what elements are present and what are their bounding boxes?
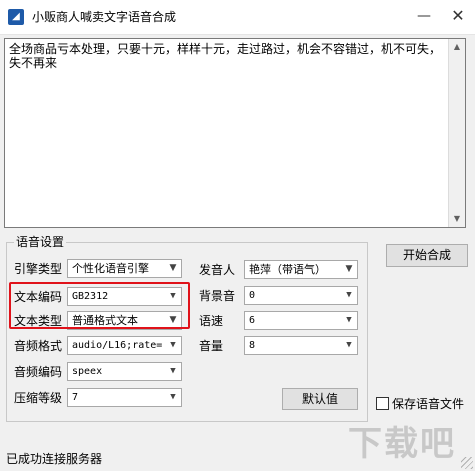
status-text: 已成功连接服务器 (6, 452, 103, 466)
speaker-value: 艳萍（带语气） (249, 263, 326, 276)
audio-format-value: audio/L16;rate= (72, 340, 163, 351)
title-bar: ◢ 小贩商人喊卖文字语音合成 — ✕ (0, 0, 475, 35)
audio-encoding-value: speex (72, 366, 103, 377)
window-title: 小贩商人喊卖文字语音合成 (32, 10, 177, 24)
chevron-down-icon[interactable]: ▼ (165, 260, 181, 277)
minimize-button[interactable]: — (407, 0, 441, 32)
background-sound-label: 背景音 (199, 289, 236, 303)
chevron-down-icon[interactable]: ▼ (165, 389, 181, 406)
scroll-down-icon[interactable]: ▼ (449, 211, 465, 227)
engine-type-label: 引擎类型 (14, 262, 63, 276)
compression-level-label: 压缩等级 (14, 391, 63, 405)
volume-value: 8 (249, 340, 256, 351)
chevron-down-icon[interactable]: ▼ (165, 337, 181, 354)
audio-format-label: 音频格式 (14, 339, 63, 353)
watermark-logo: 下载吧 (348, 424, 456, 464)
audio-encoding-label: 音频编码 (14, 365, 63, 379)
audio-encoding-select[interactable]: speex ▼ (67, 362, 182, 381)
volume-label: 音量 (199, 339, 224, 353)
speed-select[interactable]: 6 ▼ (244, 311, 358, 330)
background-sound-select[interactable]: 0 ▼ (244, 286, 358, 305)
engine-type-select[interactable]: 个性化语音引擎 ▼ (67, 259, 182, 278)
chevron-down-icon[interactable]: ▼ (165, 363, 181, 380)
save-audio-label: 保存语音文件 (392, 397, 465, 411)
speech-settings-title: 语音设置 (14, 235, 67, 249)
volume-select[interactable]: 8 ▼ (244, 336, 358, 355)
start-synthesis-button[interactable]: 开始合成 (386, 244, 468, 267)
text-input-area[interactable]: 全场商品亏本处理，只要十元，样样十元，走过路过，机会不容错过，机不可失，失不再来… (4, 38, 466, 228)
speaker-select[interactable]: 艳萍（带语气） ▼ (244, 260, 358, 279)
vertical-scrollbar[interactable]: ▲ ▼ (448, 39, 465, 227)
speaker-label: 发音人 (199, 263, 236, 277)
chevron-down-icon[interactable]: ▼ (341, 261, 357, 278)
compression-level-value: 7 (72, 392, 79, 403)
chevron-down-icon[interactable]: ▼ (341, 287, 357, 304)
highlight-box (9, 282, 190, 329)
speed-label: 语速 (199, 314, 224, 328)
chevron-down-icon[interactable]: ▼ (341, 337, 357, 354)
default-values-button[interactable]: 默认值 (282, 388, 358, 410)
close-button[interactable]: ✕ (441, 0, 475, 32)
app-icon: ◢ (8, 9, 24, 25)
save-audio-checkbox[interactable] (376, 397, 389, 410)
speed-value: 6 (249, 315, 256, 326)
engine-type-value: 个性化语音引擎 (72, 262, 149, 275)
scroll-up-icon[interactable]: ▲ (449, 39, 465, 55)
input-text: 全场商品亏本处理，只要十元，样样十元，走过路过，机会不容错过，机不可失，失不再来 (9, 42, 442, 70)
chevron-down-icon[interactable]: ▼ (341, 312, 357, 329)
compression-level-select[interactable]: 7 ▼ (67, 388, 182, 407)
audio-format-select[interactable]: audio/L16;rate= ▼ (67, 336, 182, 355)
resize-grip[interactable] (461, 457, 473, 469)
background-sound-value: 0 (249, 290, 256, 301)
